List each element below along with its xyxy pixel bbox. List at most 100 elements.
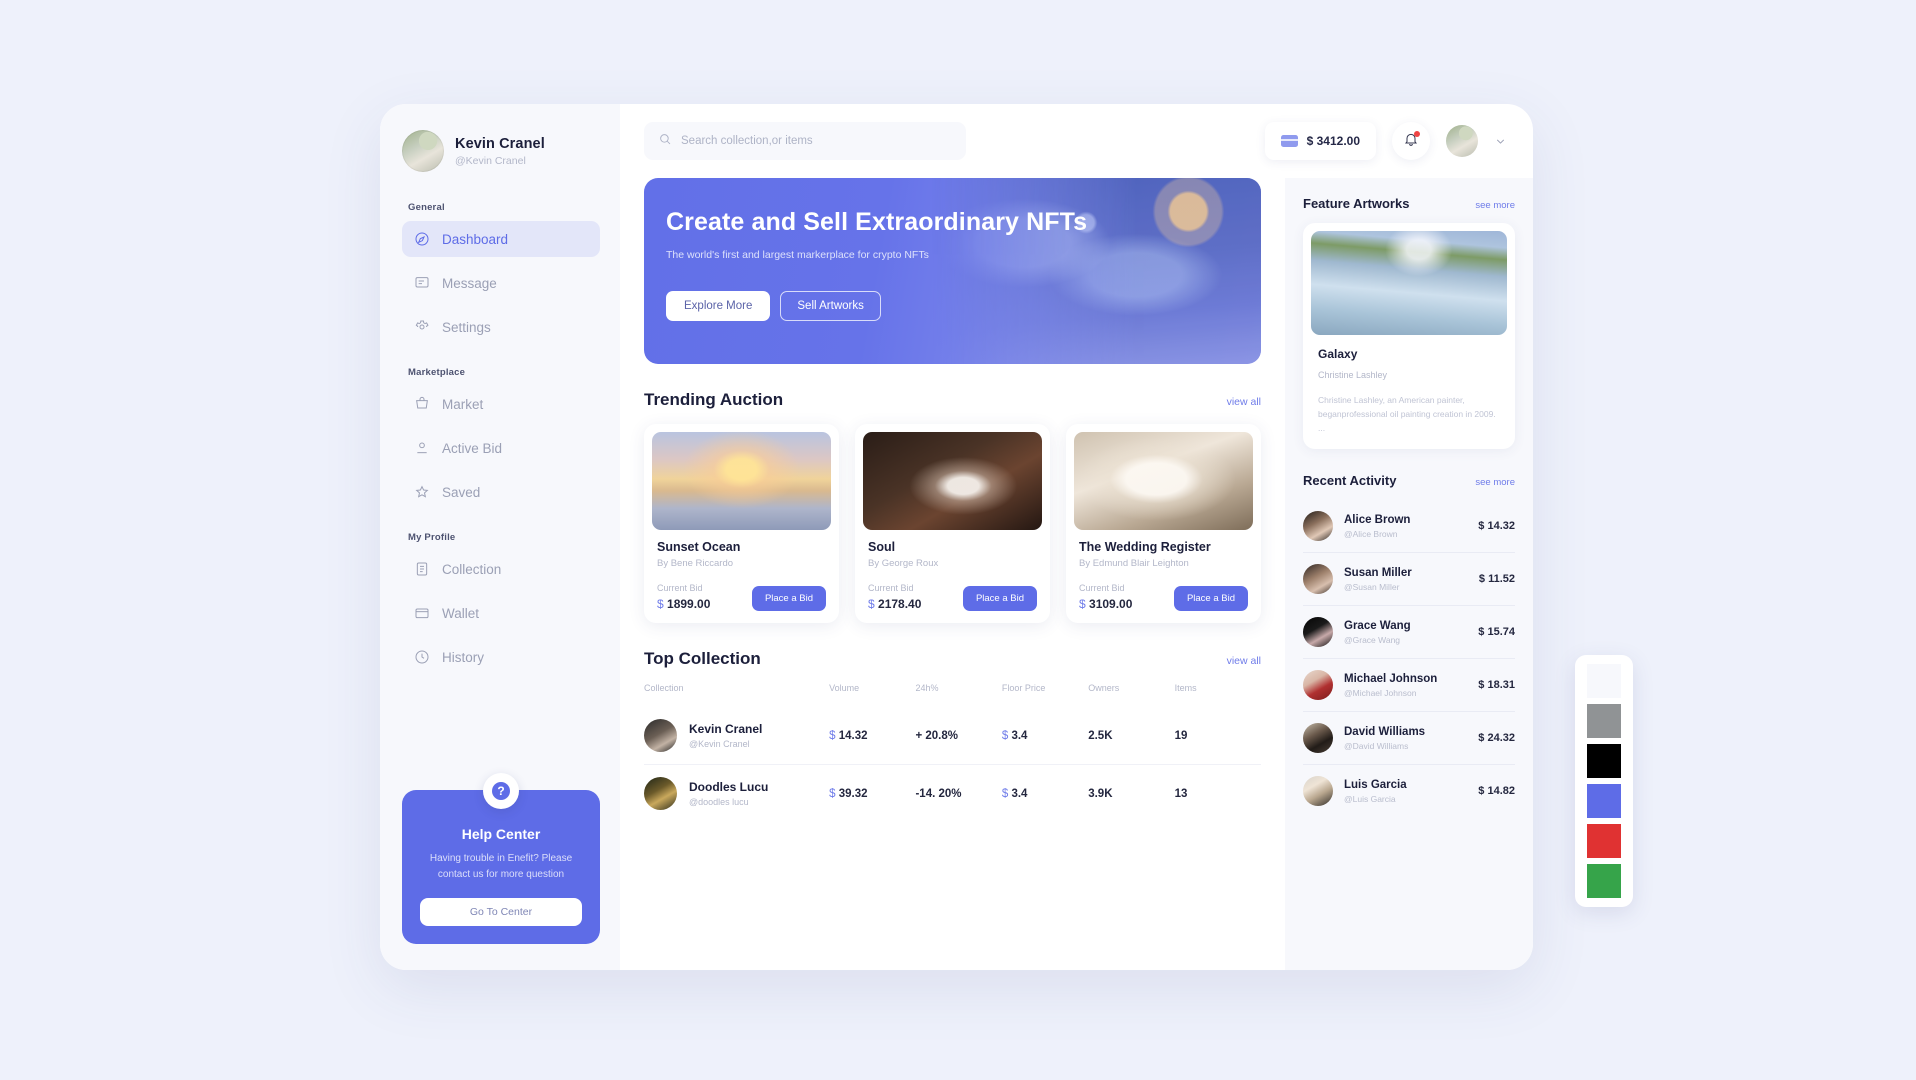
- column-header-volume: Volume: [829, 683, 860, 693]
- hero-title: Create and Sell Extraordinary NFTs: [666, 208, 1088, 236]
- collection-cell: Kevin Cranel @Kevin Cranel: [644, 707, 829, 765]
- trending-view-all-link[interactable]: view all: [1227, 396, 1261, 408]
- sell-artworks-button[interactable]: Sell Artworks: [780, 291, 881, 321]
- sidebar-item-saved[interactable]: Saved: [402, 474, 600, 510]
- feature-artwork-card[interactable]: Galaxy Christine Lashley Christine Lashl…: [1303, 223, 1515, 450]
- help-center-title: Help Center: [461, 826, 541, 842]
- sidebar-item-market[interactable]: Market: [402, 386, 600, 422]
- floor-price-value: 3.4: [1011, 787, 1028, 800]
- list-item[interactable]: Luis Garcia @Luis Garcia $ 14.82: [1303, 765, 1515, 817]
- owners-cell: 2.5K: [1088, 729, 1113, 742]
- sidebar-item-wallet[interactable]: Wallet: [402, 595, 600, 631]
- column-header-floor-price: Floor Price: [1001, 683, 1046, 693]
- feature-artwork-description: Christine Lashley, an American painter, …: [1318, 395, 1496, 434]
- collection-handle: @Kevin Cranel: [689, 739, 750, 749]
- activity-name: Alice Brown: [1344, 513, 1411, 526]
- credit-card-icon: [1280, 135, 1298, 147]
- activity-see-more-link[interactable]: see more: [1475, 477, 1515, 488]
- table-header-row: Collection Volume 24h% Floor Price Owner…: [644, 683, 1261, 707]
- search-input[interactable]: [681, 135, 952, 147]
- trending-auction-title: Trending Auction: [644, 390, 784, 409]
- sidebar-item-label: Collection: [442, 561, 502, 577]
- topbar-avatar[interactable]: [1446, 125, 1478, 157]
- top-collection-view-all-link[interactable]: view all: [1227, 655, 1261, 667]
- place-a-bid-button[interactable]: Place a Bid: [1173, 586, 1248, 611]
- sidebar-item-dashboard[interactable]: Dashboard: [402, 221, 600, 257]
- column-header-items: Items: [1174, 683, 1197, 693]
- sidebar-item-settings[interactable]: Settings: [402, 309, 600, 345]
- list-item[interactable]: Michael Johnson @Michael Johnson $ 18.31: [1303, 659, 1515, 713]
- sidebar-item-label: Dashboard: [442, 231, 509, 247]
- color-swatch-green[interactable]: [1587, 864, 1621, 898]
- sidebar-item-message[interactable]: Message: [402, 265, 600, 301]
- table-header: Collection Volume 24h% Floor Price Owner…: [644, 683, 1261, 707]
- place-a-bid-button[interactable]: Place a Bid: [751, 586, 826, 611]
- sidebar-item-history[interactable]: History: [402, 639, 600, 675]
- activity-amount: $ 24.32: [1478, 732, 1515, 745]
- content-area: Create and Sell Extraordinary NFTs The w…: [620, 178, 1533, 970]
- current-bid-value: $ 1899.00: [657, 597, 710, 611]
- sidebar-item-collection[interactable]: Collection: [402, 551, 600, 587]
- profile-handle: @Kevin Cranel: [455, 154, 526, 167]
- color-swatch-white[interactable]: [1587, 664, 1621, 698]
- collection-handle: @doodles lucu: [689, 797, 749, 807]
- volume-cell: $ 14.32: [829, 707, 915, 765]
- color-swatch-gray[interactable]: [1587, 704, 1621, 738]
- activity-name: Grace Wang: [1344, 619, 1411, 632]
- color-swatch-blue[interactable]: [1587, 784, 1621, 818]
- currency-symbol: $: [868, 597, 875, 611]
- auction-artwork-image: [1074, 432, 1253, 530]
- auction-card-list: Sunset Ocean By Bene Riccardo Current Bi…: [644, 424, 1261, 623]
- table-row[interactable]: Doodles Lucu @doodles lucu $ 39.32 -14. …: [644, 764, 1261, 822]
- auction-title: Soul: [868, 540, 896, 554]
- activity-avatar: [1303, 511, 1333, 542]
- balance-chip[interactable]: $ 3412.00: [1264, 122, 1376, 160]
- auction-card[interactable]: Sunset Ocean By Bene Riccardo Current Bi…: [644, 424, 839, 623]
- list-icon: [414, 561, 430, 577]
- feature-artworks-header: Feature Artworks see more: [1303, 196, 1515, 211]
- table-body: Kevin Cranel @Kevin Cranel $ 14.32 + 20.…: [644, 707, 1261, 822]
- items-cell: 19: [1174, 729, 1188, 742]
- notifications-button[interactable]: [1392, 122, 1430, 160]
- feature-see-more-link[interactable]: see more: [1475, 200, 1515, 211]
- collection-avatar: [644, 719, 677, 752]
- activity-name: David Williams: [1344, 725, 1426, 738]
- feature-artwork-image: [1311, 231, 1507, 335]
- current-bid-label: Current Bid: [657, 583, 703, 593]
- auction-footer: Current Bid $ 1899.00 Place a Bid: [652, 583, 831, 611]
- go-to-center-button[interactable]: Go To Center: [420, 898, 582, 926]
- sidebar-profile[interactable]: Kevin Cranel @Kevin Cranel: [402, 130, 600, 172]
- sidebar-item-label: Settings: [442, 319, 491, 335]
- top-collection-header: Top Collection view all: [644, 649, 1261, 669]
- activity-name: Michael Johnson: [1344, 672, 1438, 685]
- nav-section-my-profile: My Profile: [408, 532, 456, 543]
- color-palette-widget: [1575, 655, 1633, 907]
- auction-card[interactable]: The Wedding Register By Edmund Blair Lei…: [1066, 424, 1261, 623]
- currency-symbol: $: [1001, 729, 1009, 742]
- activity-handle: @Luis Garcia: [1344, 793, 1396, 804]
- center-column: Create and Sell Extraordinary NFTs The w…: [620, 178, 1285, 970]
- sidebar-item-active-bid[interactable]: Active Bid: [402, 430, 600, 466]
- auction-card[interactable]: Soul By George Roux Current Bid $ 2178.4…: [855, 424, 1050, 623]
- chevron-down-icon[interactable]: [1494, 135, 1507, 148]
- currency-symbol: $: [657, 597, 664, 611]
- list-item[interactable]: Susan Miller @Susan Miller $ 11.52: [1303, 553, 1515, 607]
- feature-artworks-title: Feature Artworks: [1303, 196, 1410, 211]
- collection-identity: Doodles Lucu @doodles lucu: [644, 777, 829, 810]
- table-row[interactable]: Kevin Cranel @Kevin Cranel $ 14.32 + 20.…: [644, 707, 1261, 765]
- nav-section-general: General: [408, 202, 445, 213]
- sidebar-item-label: Active Bid: [442, 440, 503, 456]
- color-swatch-red[interactable]: [1587, 824, 1621, 858]
- explore-more-button[interactable]: Explore More: [666, 291, 771, 321]
- current-bid-label: Current Bid: [1079, 583, 1125, 593]
- bid-amount: 2178.40: [878, 597, 922, 611]
- column-header-owners: Owners: [1088, 683, 1120, 693]
- activity-avatar: [1303, 776, 1333, 807]
- activity-avatar: [1303, 723, 1333, 754]
- color-swatch-black[interactable]: [1587, 744, 1621, 778]
- list-item[interactable]: Alice Brown @Alice Brown $ 14.32: [1303, 500, 1515, 554]
- place-a-bid-button[interactable]: Place a Bid: [962, 586, 1037, 611]
- search-box[interactable]: [644, 122, 966, 160]
- list-item[interactable]: David Williams @David Williams $ 24.32: [1303, 712, 1515, 766]
- list-item[interactable]: Grace Wang @Grace Wang $ 15.74: [1303, 606, 1515, 660]
